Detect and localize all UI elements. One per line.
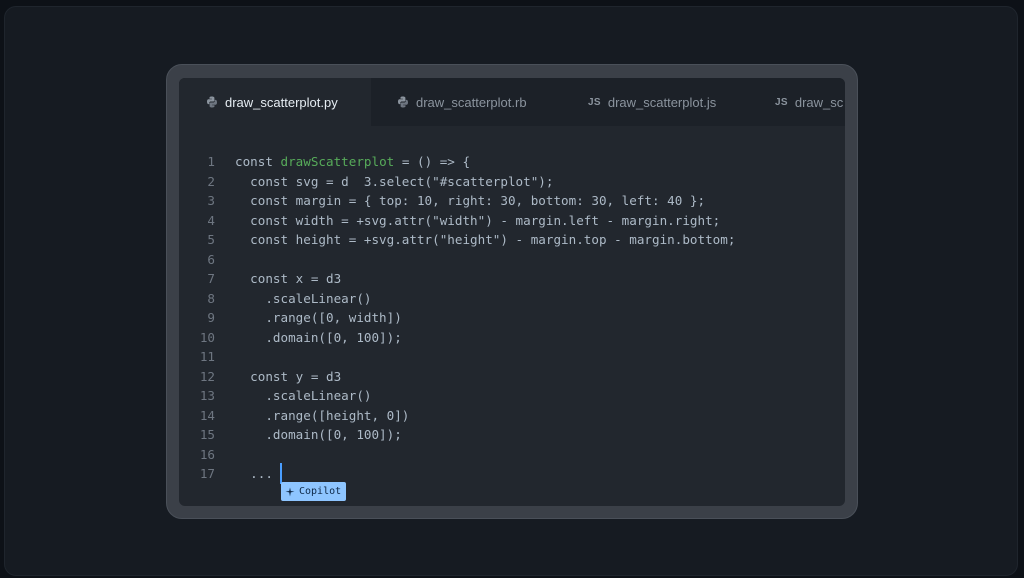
- function-name: drawScatterplot: [280, 154, 395, 169]
- code-text: ...: [235, 466, 273, 481]
- line-number: 14: [199, 407, 215, 423]
- line-number: 6: [207, 251, 215, 267]
- line-number: 5: [207, 232, 215, 247]
- line-number: 13: [199, 388, 215, 403]
- line-number: 10: [199, 329, 215, 345]
- python-icon: [206, 96, 218, 108]
- code-text: const svg = d 3.select("#scatterplot");: [235, 173, 554, 189]
- js-icon: JS: [588, 96, 601, 108]
- ruby-icon: [397, 96, 409, 108]
- tab-bar: draw_scatterplot.py draw_scatterplot.rb …: [179, 78, 845, 126]
- code-text: .domain([0, 100]);: [235, 329, 402, 345]
- code-text: const margin = { top: 10, right: 30, bot…: [235, 193, 706, 208]
- tab-draw-scatterplot-py[interactable]: draw_scatterplot.py: [179, 78, 371, 126]
- line-number: 9: [207, 310, 215, 325]
- code-text: .domain([0, 100]);: [235, 427, 402, 442]
- js-icon: JS: [775, 96, 788, 108]
- code-text: .scaleLinear(): [235, 388, 372, 403]
- code-text: const y = d3: [235, 368, 342, 384]
- code-editor[interactable]: draw_scatterplot.py draw_scatterplot.rb …: [179, 78, 845, 506]
- code-text: .scaleLinear(): [235, 290, 372, 306]
- line-number: 15: [199, 427, 215, 442]
- line-number: 3: [207, 193, 215, 208]
- code-text: .range([0, width]): [235, 310, 402, 325]
- tab-draw-sc-truncated[interactable]: JS draw_sc: [775, 78, 843, 126]
- code-text: const height = +svg.attr("height") - mar…: [235, 232, 736, 247]
- code-text: const x = d3: [235, 271, 342, 286]
- copilot-label: Copilot: [299, 486, 342, 497]
- code-text: const width = +svg.attr("width") - margi…: [235, 212, 721, 228]
- tab-label: draw_scatterplot.js: [607, 94, 717, 110]
- code-keyword: const: [235, 154, 281, 169]
- copilot-icon: [285, 487, 295, 497]
- code-text: const drawScatterplot = () => {: [235, 152, 470, 172]
- code-text: .range([height, 0]): [235, 407, 410, 423]
- text-cursor: [280, 463, 282, 484]
- line-number: 8: [207, 290, 215, 306]
- tab-draw-scatterplot-js[interactable]: JS draw_scatterplot.js: [588, 78, 716, 126]
- tab-draw-scatterplot-rb[interactable]: draw_scatterplot.rb: [397, 78, 527, 126]
- copilot-badge[interactable]: Copilot: [281, 482, 347, 501]
- line-number: 11: [199, 349, 215, 364]
- line-number: 4: [207, 212, 215, 228]
- line-number: 17: [199, 466, 215, 481]
- code-rest: = () => {: [394, 154, 471, 169]
- line-number: 16: [199, 446, 215, 462]
- tab-label: draw_scatterplot.py: [225, 94, 338, 110]
- tab-label: draw_sc: [794, 94, 844, 110]
- tab-label: draw_scatterplot.rb: [416, 94, 527, 110]
- line-number: 2: [207, 173, 215, 189]
- line-number: 12: [199, 368, 215, 384]
- line-number: 7: [207, 271, 215, 286]
- line-number: 1: [207, 154, 215, 169]
